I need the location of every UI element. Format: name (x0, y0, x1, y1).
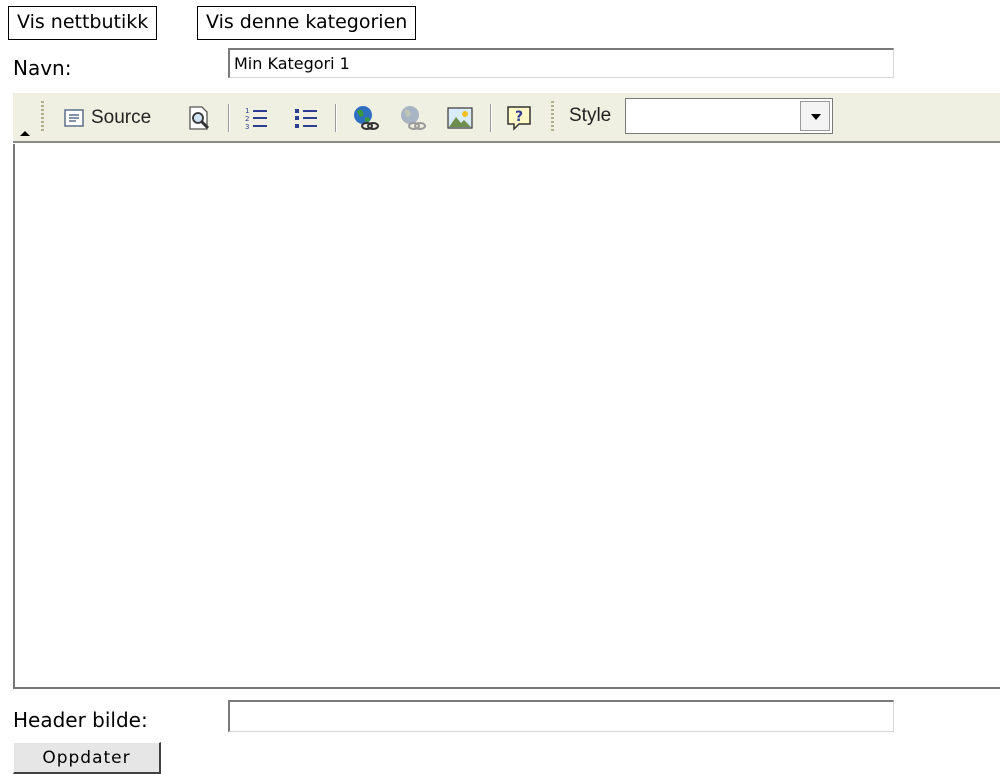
style-label: Style (569, 105, 612, 126)
svg-text:?: ? (515, 109, 523, 125)
toolbar-separator (228, 104, 229, 132)
header-image-label: Header bilde: (13, 708, 148, 732)
collapse-toolbar-button[interactable] (15, 93, 35, 143)
bulleted-list-button[interactable] (289, 93, 323, 143)
style-dropdown-arrow-icon[interactable] (800, 101, 830, 131)
rich-text-editor[interactable] (13, 144, 1000, 689)
numbered-list-icon: 1 2 3 (243, 105, 269, 131)
preview-button[interactable] (181, 93, 217, 143)
help-button[interactable]: ? (500, 93, 538, 143)
update-button[interactable]: Oppdater (13, 742, 161, 774)
remove-link-button[interactable] (393, 93, 431, 143)
svg-text:3: 3 (245, 123, 249, 131)
insert-link-icon (351, 104, 379, 132)
view-store-link[interactable]: Vis nettbutikk (8, 6, 158, 40)
toolbar-grip (551, 101, 554, 133)
source-label: Source (91, 107, 152, 128)
collapse-icon (18, 98, 32, 138)
name-input[interactable] (228, 48, 894, 78)
header-image-input[interactable] (228, 700, 894, 732)
help-icon: ? (505, 104, 533, 132)
remove-link-icon (398, 104, 426, 132)
source-icon (63, 107, 85, 129)
editor-toolbar: Source 1 2 3 ? Style (13, 93, 1000, 143)
svg-text:1: 1 (245, 107, 249, 115)
style-dropdown[interactable] (625, 98, 833, 134)
insert-image-button[interactable] (441, 93, 479, 143)
toolbar-grip (41, 101, 44, 133)
insert-image-icon (447, 105, 473, 131)
name-label: Navn: (13, 56, 72, 80)
toolbar-separator (335, 104, 336, 132)
toolbar-separator (490, 104, 491, 132)
bulleted-list-icon (293, 105, 319, 131)
numbered-list-button[interactable]: 1 2 3 (239, 93, 273, 143)
svg-text:2: 2 (245, 115, 249, 123)
preview-icon (186, 105, 212, 131)
source-button[interactable]: Source (63, 93, 175, 143)
insert-link-button[interactable] (346, 93, 384, 143)
view-category-link[interactable]: Vis denne kategorien (197, 6, 417, 40)
